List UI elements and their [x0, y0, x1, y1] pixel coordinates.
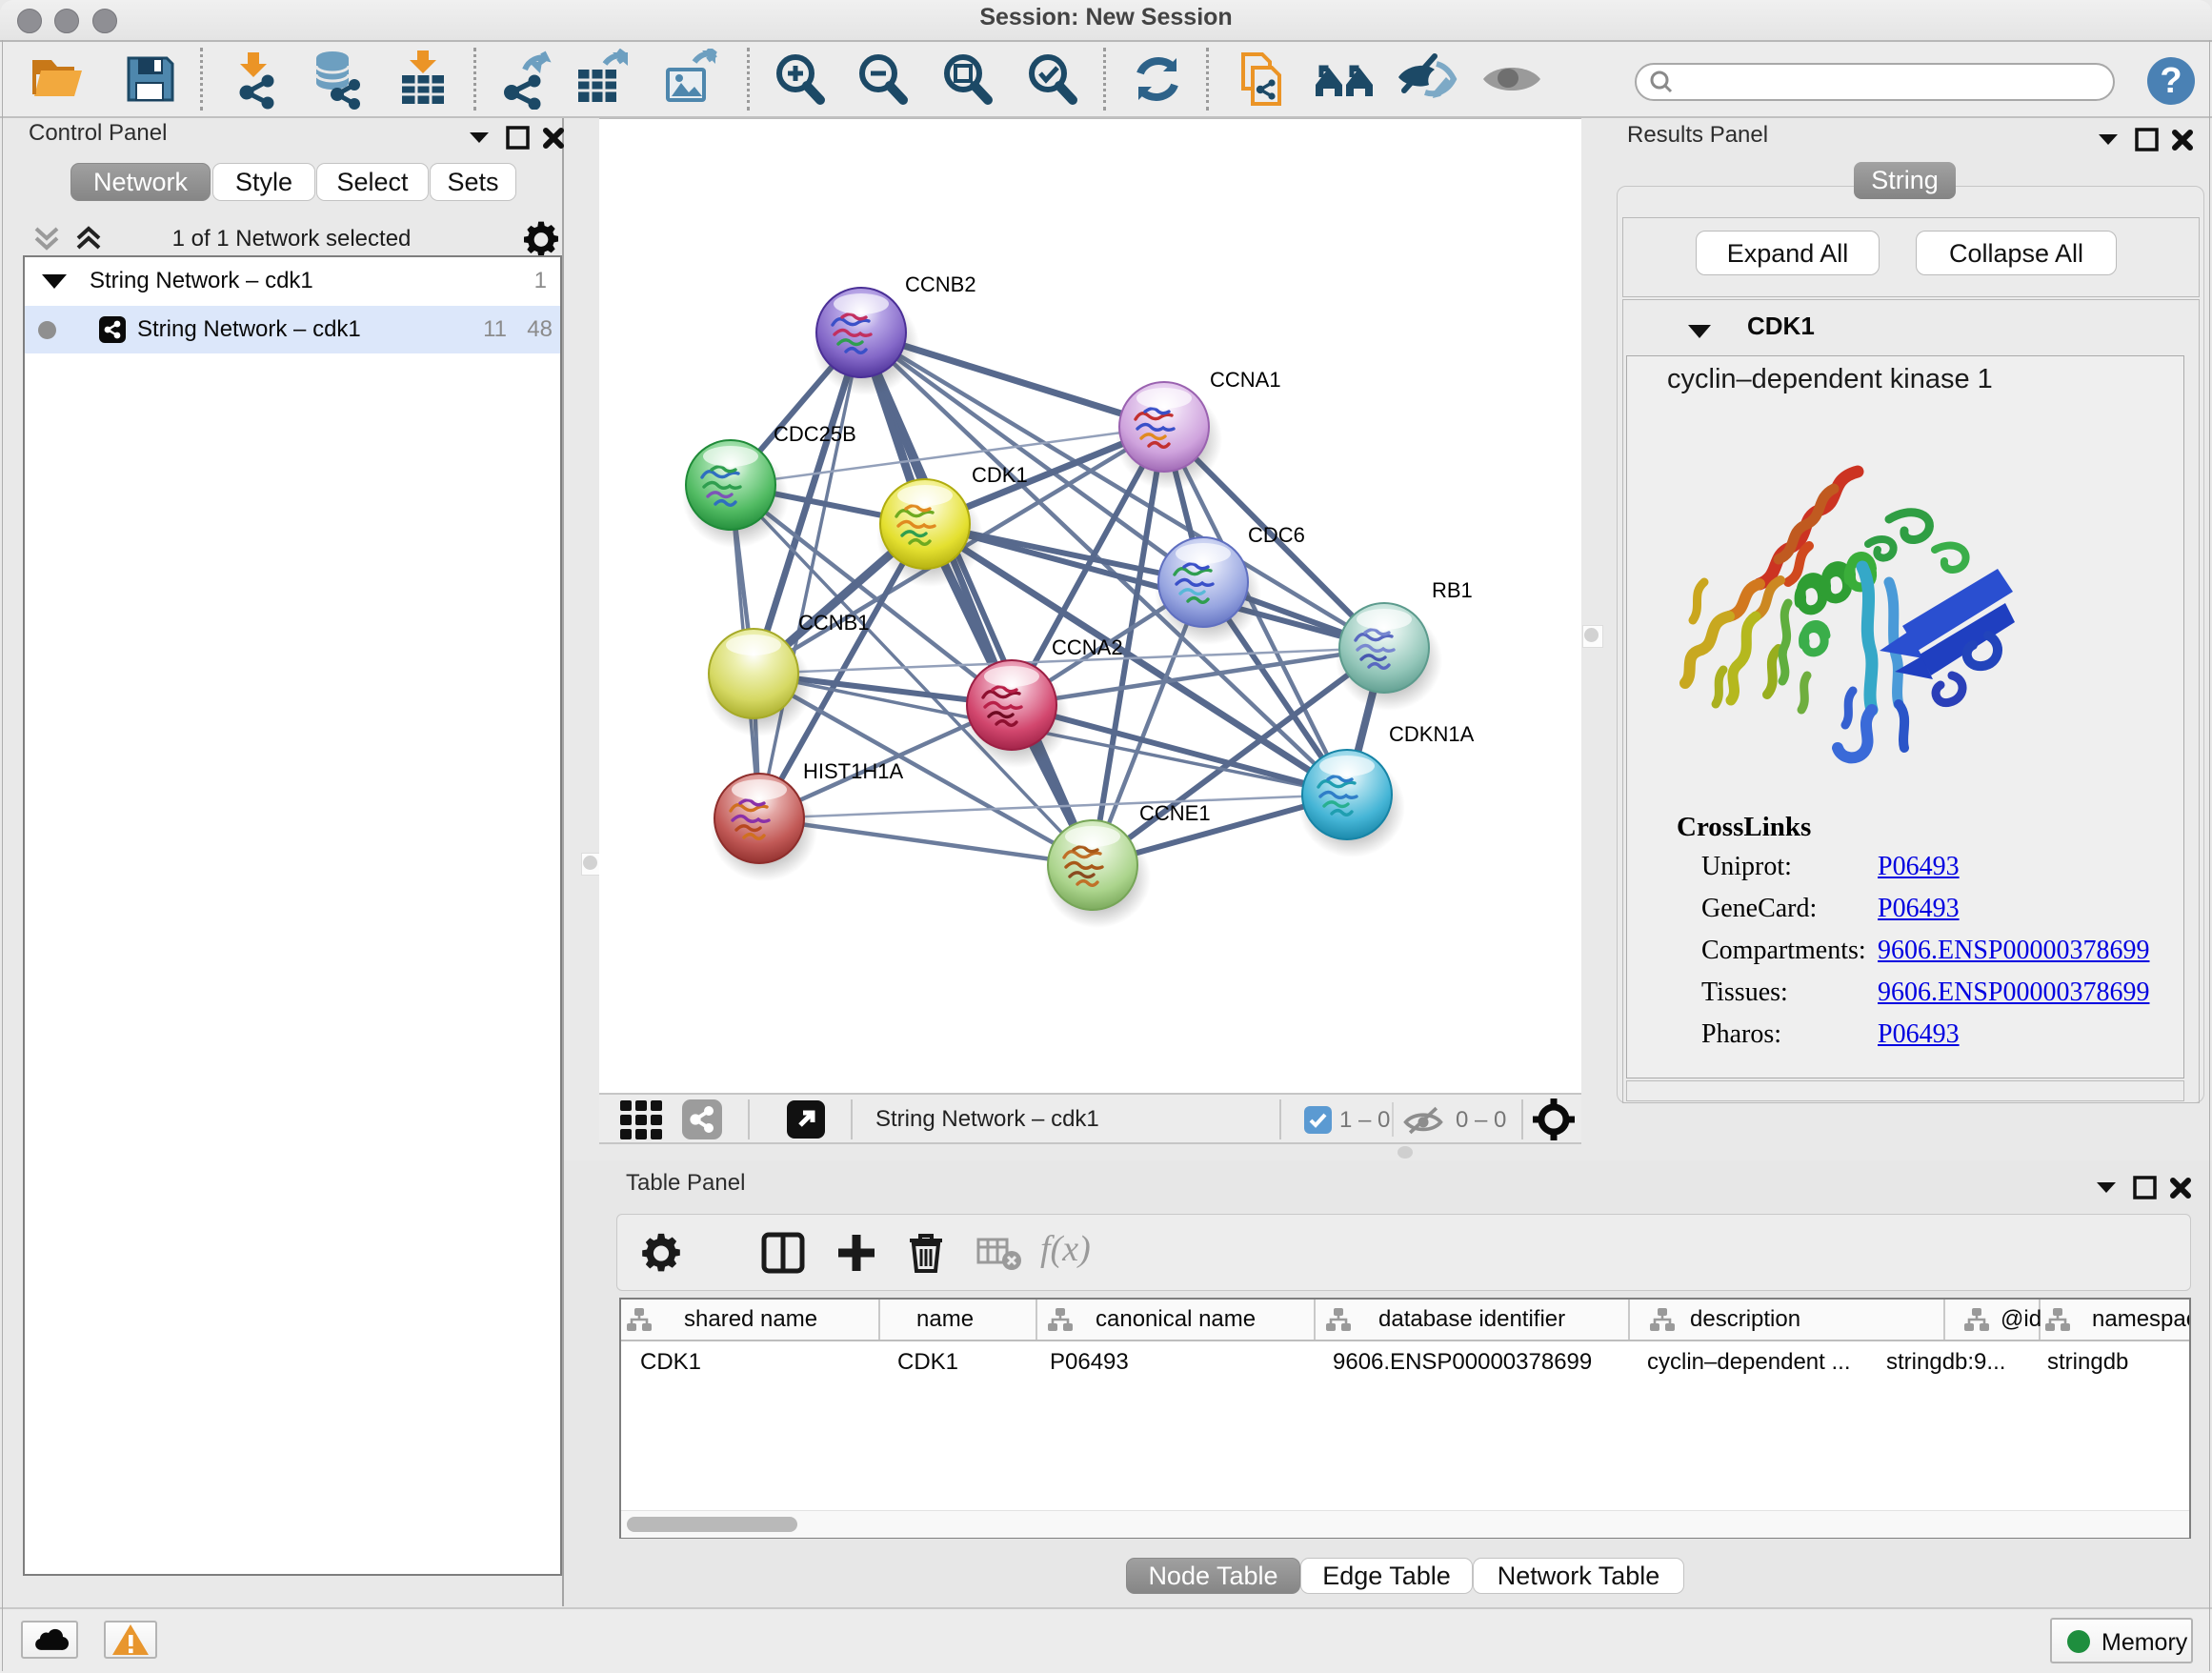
- svg-text:CCNA2: CCNA2: [1052, 635, 1123, 659]
- svg-text:CCNA1: CCNA1: [1210, 368, 1281, 392]
- svg-text:CDK1: CDK1: [972, 463, 1028, 487]
- svg-text:CCNE1: CCNE1: [1139, 801, 1211, 825]
- svg-text:CDKN1A: CDKN1A: [1389, 722, 1475, 746]
- svg-text:HIST1H1A: HIST1H1A: [803, 759, 903, 783]
- svg-text:RB1: RB1: [1432, 578, 1473, 602]
- svg-text:CDC6: CDC6: [1248, 523, 1305, 547]
- svg-text:CCNB1: CCNB1: [798, 611, 870, 635]
- svg-text:CCNB2: CCNB2: [905, 272, 976, 296]
- svg-text:CDC25B: CDC25B: [774, 422, 856, 446]
